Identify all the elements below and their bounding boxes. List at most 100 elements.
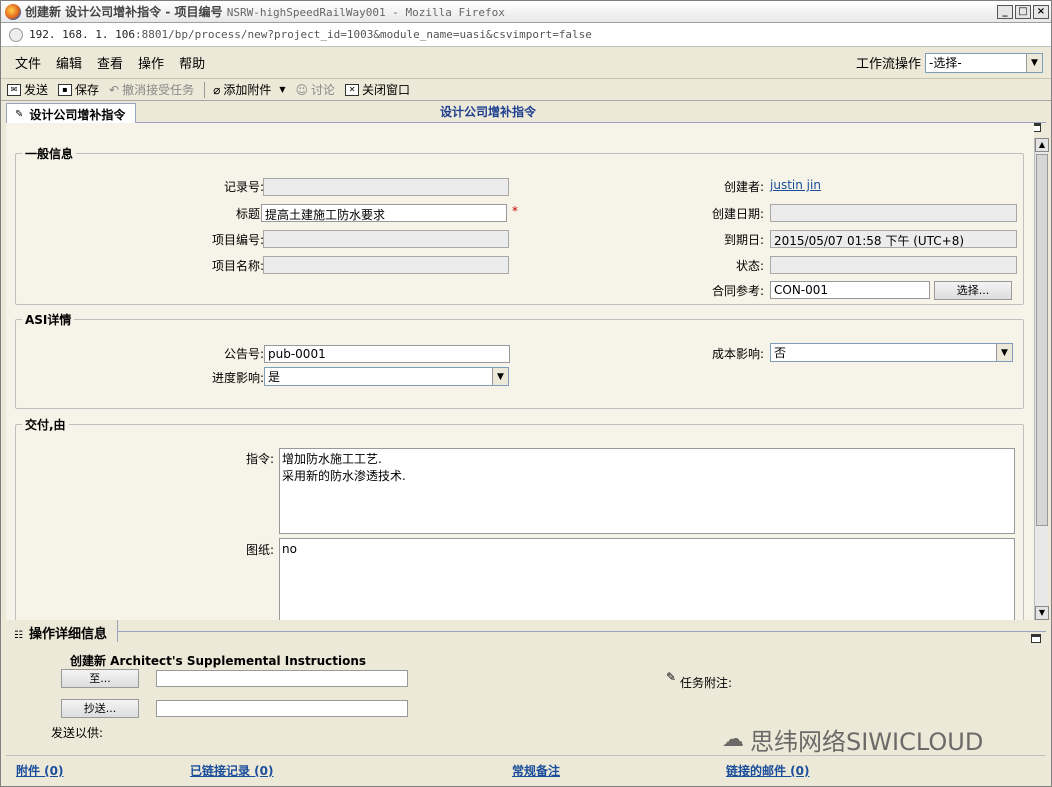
menu-edit[interactable]: 编辑	[56, 53, 82, 72]
firefox-icon	[5, 3, 21, 20]
url-path: :8801/bp/process/new?project_id=1003&mod…	[134, 28, 592, 41]
status-label: 状态:	[735, 259, 764, 273]
contract-field[interactable]: CON-001	[770, 281, 930, 299]
title-field[interactable]: 提高土建施工防水要求	[261, 204, 507, 222]
add-attachment-label: 添加附件	[223, 83, 272, 97]
linked-mail-link[interactable]: 链接的邮件 (0)	[726, 762, 810, 779]
note-icon: ✎	[666, 670, 677, 684]
cancel-accept-task-button[interactable]: ↶ 撤消接受任务	[109, 81, 194, 98]
chevron-down-icon[interactable]: ▼	[279, 85, 285, 94]
menu-help[interactable]: 帮助	[179, 53, 205, 72]
general-info-legend: 一般信息	[25, 147, 74, 161]
form-body: 一般信息 记录号: 标题: 提高土建施工防水要求 * 项目编号: 项目名称: 创…	[6, 123, 1034, 620]
address-bar[interactable]: 192. 168. 1. 106:8801/bp/process/new?pro…	[1, 23, 1051, 47]
close-window-label: 关闭窗口	[362, 83, 411, 97]
cost-impact-select[interactable]: 否 ▼	[770, 343, 1013, 362]
action-details-tab[interactable]: ☷ 操作详细信息	[6, 620, 118, 642]
cost-impact-label: 成本影响:	[711, 347, 764, 361]
send-icon: ✉	[7, 83, 21, 96]
menu-file[interactable]: 文件	[15, 53, 41, 72]
dropdown-arrow-icon[interactable]: ▼	[1026, 53, 1042, 72]
toolbar: ✉ 发送 ▪ 保存 ↶ 撤消接受任务 ⌀ 添加附件 ▼ ☺ 讨论 ✕ 关闭窗口	[1, 79, 1051, 101]
bulletin-label: 公告号:	[223, 347, 264, 361]
watermark: ☁ 思纬网络SIWICLOUD	[722, 722, 983, 757]
minimize-icon[interactable]: _	[997, 4, 1013, 19]
project-no-label: 项目编号:	[211, 233, 264, 247]
attachments-link[interactable]: 附件 (0)	[16, 762, 64, 779]
instruction-label: 指令:	[245, 452, 274, 466]
workflow-select[interactable]: -选择- ▼	[925, 52, 1043, 73]
to-field[interactable]	[156, 670, 408, 687]
linked-records-link[interactable]: 已链接记录 (0)	[190, 762, 274, 779]
due-date-field[interactable]: 2015/05/07 01:58 下午 (UTC+8)	[770, 230, 1017, 248]
cost-impact-value: 否	[774, 346, 787, 360]
creator-link[interactable]: justin jin	[770, 178, 821, 192]
project-no-field[interactable]	[263, 230, 509, 248]
window-title: 创建新 设计公司增补指令 - 项目编号 NSRW-highSpeedRailWa…	[25, 3, 997, 20]
window-title-code: NSRW-highSpeedRailWay001 - Mozilla Firef…	[226, 6, 505, 19]
record-no-label: 记录号:	[223, 180, 264, 194]
schedule-impact-value: 是	[268, 370, 281, 384]
tab-form-label: 设计公司增补指令	[29, 108, 126, 122]
due-date-label: 到期日:	[723, 233, 764, 247]
toolbar-separator	[204, 81, 206, 98]
menu-bar: 文件 编辑 查看 操作 帮助 工作流操作 -选择- ▼	[1, 47, 1051, 79]
schedule-impact-select[interactable]: 是 ▼	[264, 367, 509, 386]
menu-view[interactable]: 查看	[97, 53, 123, 72]
bulletin-field[interactable]: pub-0001	[264, 345, 510, 363]
title-bar: 创建新 设计公司增补指令 - 项目编号 NSRW-highSpeedRailWa…	[1, 1, 1051, 23]
panel-divider	[6, 631, 1046, 632]
add-attachment-button[interactable]: ⌀ 添加附件 ▼	[213, 81, 285, 98]
maximize-icon[interactable]: □	[1015, 4, 1031, 19]
discuss-label: 讨论	[311, 83, 336, 97]
dropdown-arrow-icon[interactable]: ▼	[492, 368, 508, 385]
project-name-field[interactable]	[263, 256, 509, 274]
detail-heading: 创建新 Architect's Supplemental Instruction…	[70, 654, 367, 668]
wechat-icon: ☁	[722, 727, 744, 752]
site-identity-icon[interactable]	[9, 27, 23, 42]
instruction-textarea[interactable]: 增加防水施工工艺. 采用新的防水渗透技术.	[279, 448, 1015, 534]
record-no-field[interactable]	[263, 178, 509, 196]
to-button[interactable]: 至...	[61, 669, 139, 688]
workflow-label: 工作流操作	[855, 57, 921, 72]
scroll-thumb[interactable]	[1036, 154, 1048, 526]
cc-button[interactable]: 抄送...	[61, 699, 139, 718]
maximize-panel-icon[interactable]	[1031, 634, 1041, 643]
created-date-field[interactable]	[770, 204, 1017, 222]
cc-field[interactable]	[156, 700, 408, 717]
deliver-legend: 交付,由	[25, 418, 66, 432]
scroll-up-icon[interactable]: ▲	[1035, 138, 1049, 152]
url-field[interactable]: 192. 168. 1. 106:8801/bp/process/new?pro…	[29, 25, 1045, 45]
action-details-tab-label: 操作详细信息	[28, 627, 107, 642]
discuss-icon: ☺	[295, 82, 309, 97]
status-field[interactable]	[770, 256, 1017, 274]
form-title: 设计公司增补指令	[440, 105, 537, 119]
contract-select-button[interactable]: 选择...	[934, 281, 1012, 300]
dropdown-arrow-icon[interactable]: ▼	[996, 344, 1012, 361]
close-icon[interactable]: ×	[1033, 4, 1049, 19]
workflow-select-value: -选择-	[929, 56, 962, 70]
title-label: 标题:	[235, 207, 264, 221]
close-window-button[interactable]: ✕ 关闭窗口	[345, 81, 410, 98]
drawing-textarea[interactable]: no	[279, 538, 1015, 620]
paperclip-icon: ⌀	[213, 82, 221, 97]
task-note-label: 任务附注:	[680, 676, 733, 690]
schedule-impact-label: 进度影响:	[211, 371, 264, 385]
discuss-button[interactable]: ☺ 讨论	[296, 81, 336, 98]
general-notes-link[interactable]: 常规备注	[512, 762, 560, 779]
tab-form[interactable]: ✎ 设计公司增补指令	[6, 103, 137, 123]
details-icon: ☷	[14, 630, 23, 641]
project-name-label: 项目名称:	[211, 259, 264, 273]
vertical-scrollbar[interactable]: ▲ ▼	[1034, 138, 1049, 620]
send-button[interactable]: ✉ 发送	[7, 81, 48, 98]
undo-icon: ↶	[109, 82, 120, 97]
save-button[interactable]: ▪ 保存	[58, 81, 99, 98]
asi-details-legend: ASI详情	[25, 313, 72, 327]
scroll-down-icon[interactable]: ▼	[1035, 606, 1049, 620]
save-label: 保存	[75, 83, 100, 97]
created-date-label: 创建日期:	[711, 207, 764, 221]
window-title-text: 创建新 设计公司增补指令 - 项目编号	[25, 5, 227, 19]
cancel-accept-label: 撤消接受任务	[122, 83, 195, 97]
menu-action[interactable]: 操作	[138, 53, 164, 72]
send-for-label: 发送以供:	[51, 726, 104, 740]
